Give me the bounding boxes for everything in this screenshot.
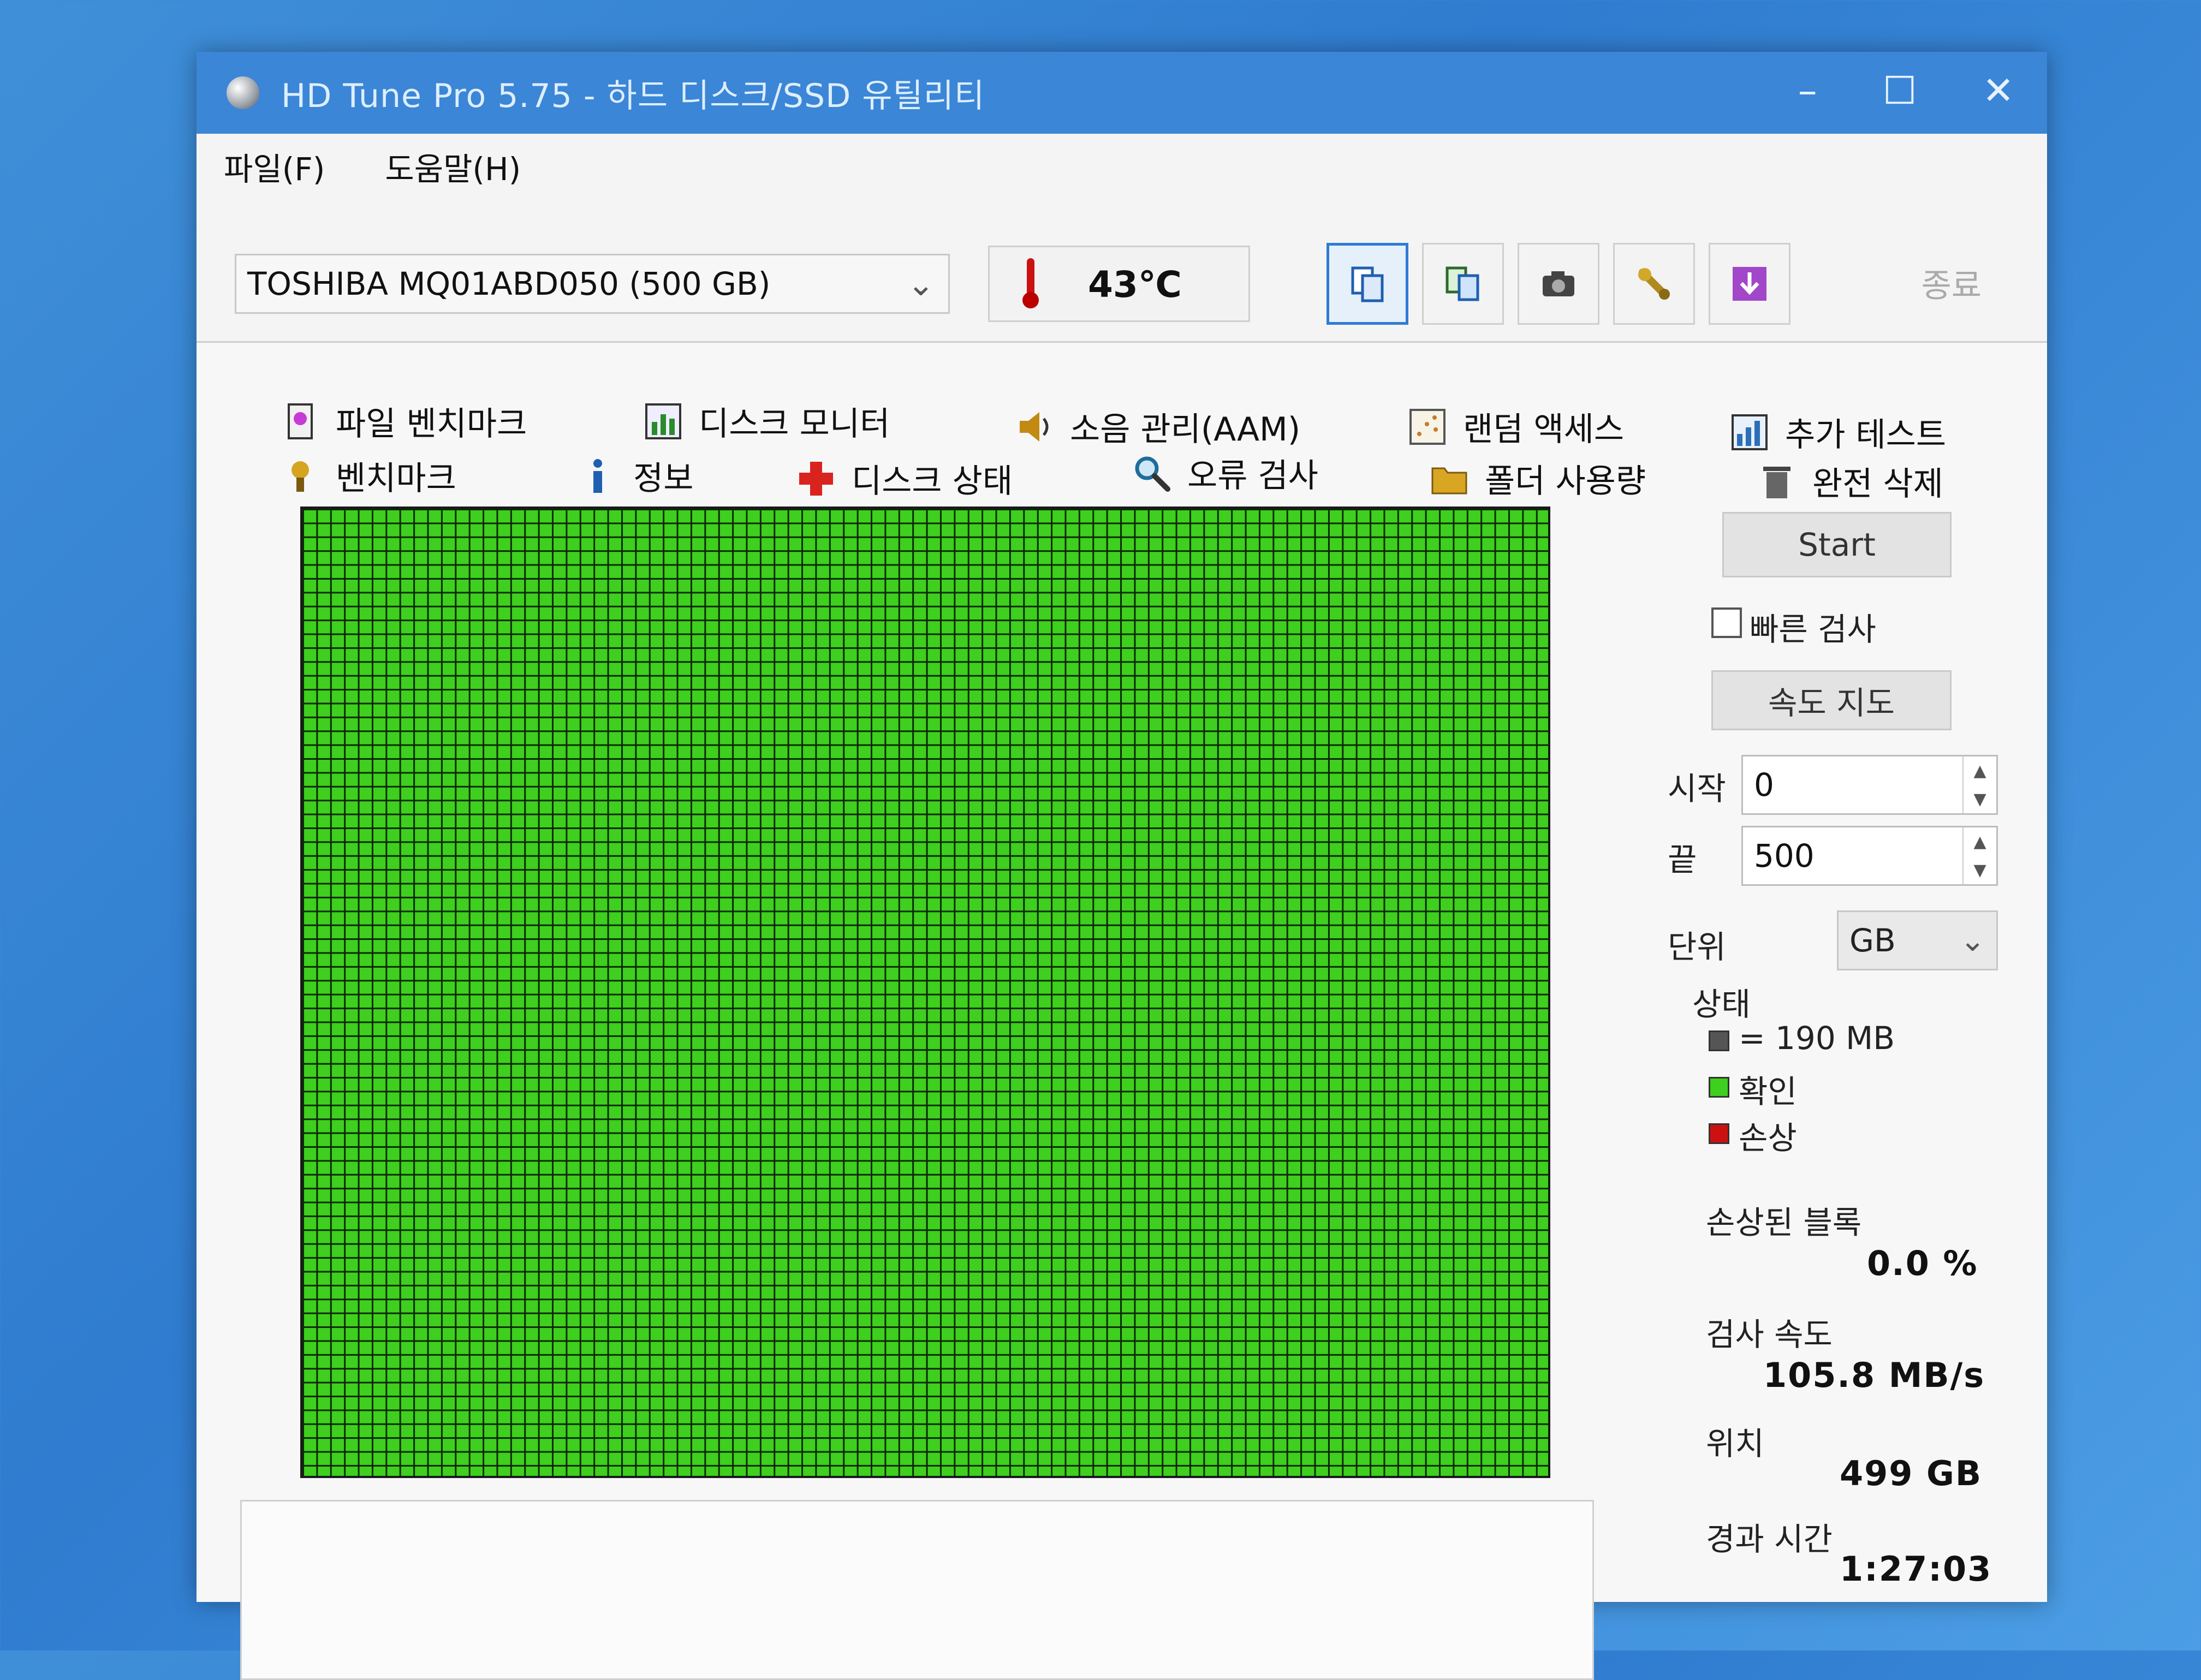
tab-label: 디스크 상태 bbox=[852, 462, 1013, 501]
window-title: HD Tune Pro 5.75 - 하드 디스크/SSD 유틸리티 bbox=[281, 76, 985, 115]
close-icon[interactable]: ✕ bbox=[1982, 68, 2014, 113]
copy-info-button[interactable] bbox=[1326, 243, 1408, 325]
tab-disk-monitor[interactable]: 디스크 모니터 bbox=[644, 397, 890, 445]
chevron-down-icon: ⌄ bbox=[907, 265, 935, 303]
wrench-icon bbox=[1635, 265, 1673, 303]
tab-label: 소음 관리(AAM) bbox=[1070, 410, 1301, 449]
scan-speed-label: 검사 속도 bbox=[1706, 1316, 1833, 1353]
tab-label: 디스크 모니터 bbox=[699, 405, 890, 443]
end-field-label: 끝 bbox=[1668, 841, 1697, 878]
tab-benchmark[interactable]: 벤치마크 bbox=[281, 452, 456, 499]
exit-button[interactable]: 종료 bbox=[1922, 259, 1982, 307]
info-icon bbox=[579, 457, 617, 495]
disk-monitor-icon bbox=[644, 402, 682, 440]
speed-map-label: 속도 지도 bbox=[1768, 684, 1895, 722]
options-button[interactable] bbox=[1613, 243, 1695, 325]
thermometer-icon bbox=[1022, 258, 1039, 313]
screenshot-button[interactable] bbox=[1518, 243, 1599, 325]
ok-legend: 확인 bbox=[1739, 1073, 1797, 1110]
temperature-box: 43℃ bbox=[988, 246, 1250, 322]
spinner-arrows-icon[interactable]: ▲ ▼ bbox=[1962, 756, 1996, 813]
speed-map-button[interactable]: 속도 지도 bbox=[1711, 670, 1952, 730]
file-benchmark-icon bbox=[281, 402, 319, 440]
end-input[interactable]: 500 ▲ ▼ bbox=[1741, 826, 1998, 886]
red-cross-icon bbox=[797, 460, 835, 498]
tab-label: 정보 bbox=[633, 460, 694, 498]
app-icon bbox=[227, 76, 259, 109]
download-icon bbox=[1730, 265, 1769, 303]
unit-select-value: GB bbox=[1849, 922, 1896, 959]
tab-info[interactable]: 정보 bbox=[579, 452, 693, 499]
quick-scan-label: 빠른 검사 bbox=[1750, 611, 1876, 648]
main-content: 파일 벤치마크 디스크 모니터 소음 관리(AAM) 랜덤 액세스 추가 테스트… bbox=[197, 343, 2047, 1680]
trash-icon bbox=[1758, 462, 1796, 501]
tab-error-scan[interactable]: 오류 검사 bbox=[1133, 449, 1318, 497]
error-scan-panel: Start 빠른 검사 속도 지도 시작 0 ▲ ▼ 끝 500 ▲ ▼ 단위 GB… bbox=[1668, 512, 2194, 1680]
copy-all-button[interactable] bbox=[1422, 243, 1504, 325]
tab-label: 오류 검사 bbox=[1187, 457, 1318, 495]
status-title: 상태 bbox=[1692, 986, 1751, 1023]
temperature-value: 43℃ bbox=[1088, 264, 1182, 306]
end-input-value: 500 bbox=[1754, 837, 1815, 874]
tab-label: 추가 테스트 bbox=[1785, 416, 1947, 454]
start-field-label: 시작 bbox=[1668, 770, 1726, 807]
elapsed-label: 경과 시간 bbox=[1706, 1521, 1833, 1558]
tab-erase[interactable]: 완전 삭제 bbox=[1758, 457, 1943, 505]
title-bar: HD Tune Pro 5.75 - 하드 디스크/SSD 유틸리티 – ☐ ✕ bbox=[197, 52, 2047, 134]
tab-random-access[interactable]: 랜덤 액세스 bbox=[1408, 403, 1624, 450]
benchmark-icon bbox=[281, 457, 319, 495]
log-panel bbox=[240, 1500, 1594, 1680]
copy-all-icon bbox=[1444, 265, 1482, 303]
damaged-blocks-value: 0.0 % bbox=[1867, 1243, 1978, 1283]
minimize-icon[interactable]: – bbox=[1798, 68, 1817, 113]
tab-label: 폴더 사용량 bbox=[1485, 462, 1646, 501]
ok-swatch bbox=[1709, 1077, 1729, 1098]
position-value: 499 GB bbox=[1840, 1453, 1983, 1493]
menu-help[interactable]: 도움말(H) bbox=[385, 144, 521, 189]
quick-scan-checkbox[interactable] bbox=[1711, 607, 1742, 638]
magnifier-icon bbox=[1133, 454, 1171, 492]
tab-label: 파일 벤치마크 bbox=[336, 405, 527, 443]
elapsed-value: 1:27:03 bbox=[1840, 1549, 1992, 1589]
speaker-icon bbox=[1015, 408, 1054, 446]
save-button[interactable] bbox=[1709, 243, 1790, 325]
damaged-blocks-label: 손상된 블록 bbox=[1706, 1204, 1862, 1241]
damaged-swatch bbox=[1709, 1123, 1729, 1144]
tab-extra-tests[interactable]: 추가 테스트 bbox=[1730, 408, 1946, 456]
start-input-value: 0 bbox=[1754, 766, 1774, 803]
tab-aam[interactable]: 소음 관리(AAM) bbox=[1015, 403, 1300, 450]
menu-file[interactable]: 파일(F) bbox=[224, 144, 325, 189]
tab-label: 완전 삭제 bbox=[1812, 465, 1943, 503]
tab-health[interactable]: 디스크 상태 bbox=[797, 455, 1013, 502]
maximize-icon[interactable]: ☐ bbox=[1883, 68, 1917, 113]
unit-label: 단위 bbox=[1668, 928, 1726, 966]
block-size-swatch bbox=[1709, 1030, 1729, 1051]
hdtune-window: HD Tune Pro 5.75 - 하드 디스크/SSD 유틸리티 – ☐ ✕… bbox=[197, 52, 2047, 1680]
block-size-legend: = 190 MB bbox=[1739, 1020, 1895, 1057]
menu-bar: 파일(F) 도움말(H) bbox=[197, 134, 2047, 199]
drive-select[interactable]: TOSHIBA MQ01ABD050 (500 GB) ⌄ bbox=[235, 254, 950, 314]
tab-file-benchmark[interactable]: 파일 벤치마크 bbox=[281, 397, 527, 445]
camera-icon bbox=[1539, 265, 1578, 303]
folder-icon bbox=[1430, 460, 1468, 498]
tab-label: 랜덤 액세스 bbox=[1463, 410, 1625, 449]
position-label: 위치 bbox=[1706, 1425, 1764, 1462]
random-access-icon bbox=[1408, 408, 1447, 446]
toolbar: TOSHIBA MQ01ABD050 (500 GB) ⌄ 43℃ 종료 bbox=[197, 199, 2047, 343]
tab-folder-usage[interactable]: 폴더 사용량 bbox=[1430, 455, 1646, 502]
drive-select-value: TOSHIBA MQ01ABD050 (500 GB) bbox=[247, 265, 771, 302]
tab-label: 벤치마크 bbox=[336, 460, 456, 498]
start-button[interactable]: Start bbox=[1722, 512, 1952, 577]
chevron-down-icon: ⌄ bbox=[1960, 922, 1985, 958]
spinner-arrows-icon[interactable]: ▲ ▼ bbox=[1962, 827, 1996, 884]
copy-icon bbox=[1348, 265, 1387, 303]
window-controls: – ☐ ✕ bbox=[1798, 68, 2014, 113]
block-map-grid bbox=[300, 507, 1550, 1478]
start-button-label: Start bbox=[1798, 526, 1876, 563]
start-input[interactable]: 0 ▲ ▼ bbox=[1741, 755, 1998, 815]
extra-tests-icon bbox=[1730, 413, 1769, 451]
unit-select[interactable]: GB ⌄ bbox=[1837, 910, 1998, 970]
scan-speed-value: 105.8 MB/s bbox=[1763, 1355, 1985, 1395]
damaged-legend: 손상 bbox=[1739, 1119, 1797, 1157]
